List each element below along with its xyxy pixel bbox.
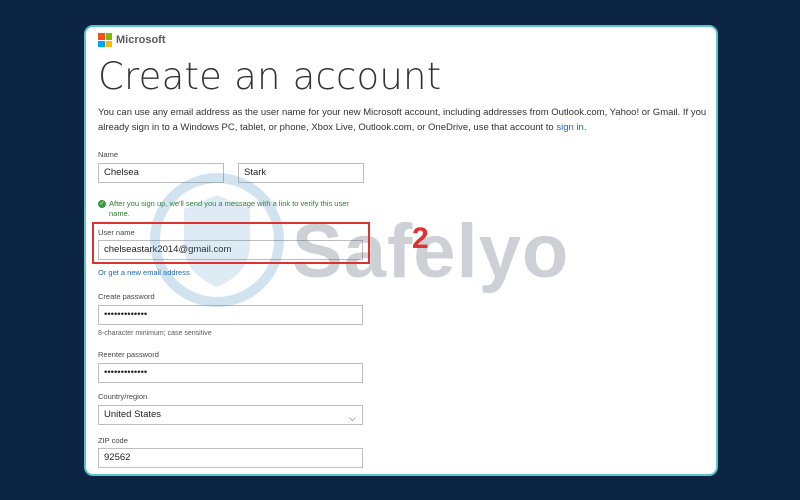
microsoft-logo: Microsoft: [98, 33, 166, 47]
checkmark-icon: ✓: [98, 200, 106, 208]
brand-name: Microsoft: [116, 34, 166, 46]
password-hint: 8-character minimum; case sensitive: [98, 330, 212, 337]
password-label: Create password: [98, 292, 155, 301]
step-number: 2: [412, 222, 429, 255]
zip-label: ZIP code: [98, 436, 128, 445]
chevron-down-icon: ⌵: [349, 413, 356, 423]
country-select[interactable]: United States ⌵: [98, 405, 363, 425]
name-label: Name: [98, 150, 119, 159]
intro-body: You can use any email address as the use…: [98, 107, 707, 133]
sign-in-link[interactable]: sign in: [556, 122, 583, 133]
country-label: Country/region: [98, 392, 148, 401]
zip-field[interactable]: 92562: [98, 448, 363, 468]
windows-logo-icon: [98, 33, 112, 47]
intro-text: You can use any email address as the use…: [98, 105, 710, 135]
country-value: United States: [104, 409, 162, 420]
page-title: Create an account: [98, 55, 442, 98]
reenter-password-label: Reenter password: [98, 350, 159, 359]
intro-end: .: [583, 122, 587, 133]
username-highlight-box: [92, 222, 370, 264]
reenter-password-field[interactable]: •••••••••••••: [98, 363, 363, 383]
